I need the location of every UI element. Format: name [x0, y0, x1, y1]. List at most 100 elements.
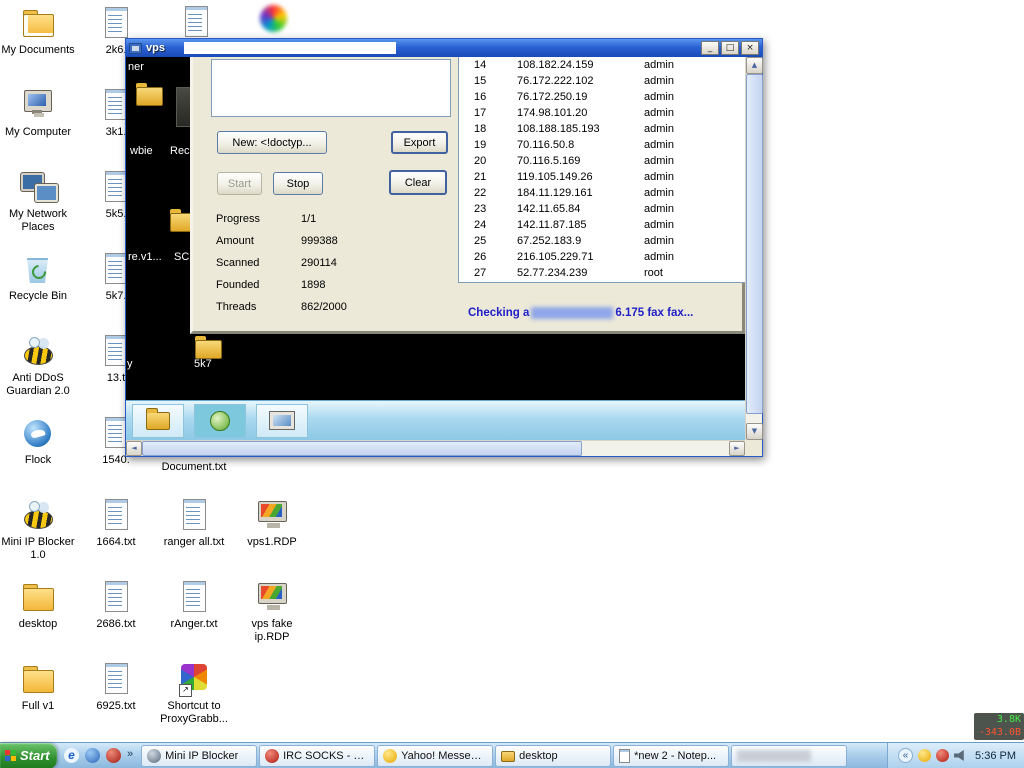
results-list[interactable]: 14 108.182.24.159 admin 15 76.172.222.10… — [458, 57, 745, 283]
desktop-icon[interactable]: Anti DDoS Guardian 2.0 — [0, 334, 76, 416]
maximize-button[interactable]: □ — [721, 41, 739, 55]
start-button[interactable]: Start — [217, 172, 262, 195]
result-ip: 142.11.65.84 — [517, 203, 644, 215]
remote-icon-label: y — [127, 358, 133, 370]
taskbar-window-button[interactable]: Mini IP Blocker — [141, 745, 257, 767]
desktop-icon[interactable]: My Computer — [0, 88, 76, 170]
desktop-icon[interactable]: Shortcut to ProxyGrabb... — [156, 662, 232, 744]
scanner-text-area[interactable] — [211, 59, 451, 117]
desktop-icon-label: Anti DDoS Guardian 2.0 — [1, 372, 75, 397]
result-row[interactable]: 14 108.182.24.159 admin — [459, 57, 745, 73]
desktop-icon[interactable]: 1664.txt — [78, 498, 154, 580]
desktop-icon[interactable]: 2686.txt — [78, 580, 154, 662]
result-index: 21 — [459, 171, 517, 183]
taskbar-window-button[interactable]: desktop — [495, 745, 611, 767]
stat-value: 862/2000 — [301, 301, 347, 323]
folder-icon[interactable] — [195, 336, 221, 358]
desktop-icon-column-4: vps1.RDP vps fake ip.RDP — [234, 498, 310, 662]
scroll-left-icon[interactable]: ◄ — [126, 441, 142, 456]
result-credential: admin — [644, 219, 745, 231]
folder-icon[interactable] — [136, 83, 162, 105]
result-index: 22 — [459, 187, 517, 199]
remote-monitor-button[interactable] — [256, 404, 308, 438]
remote-icon-label: wbie — [130, 145, 153, 157]
desktop-icon[interactable]: Mini IP Blocker 1.0 — [0, 498, 76, 580]
notepad-file-icon[interactable] — [178, 6, 214, 40]
horizontal-scrollbar[interactable]: ◄ ► — [126, 440, 745, 456]
window-titlebar[interactable]: vps _ □ × — [126, 39, 762, 57]
result-row[interactable]: 19 70.116.50.8 admin — [459, 137, 745, 153]
quick-launch-overflow-chevron[interactable]: » — [127, 748, 133, 763]
result-row[interactable]: 22 184.11.129.161 admin — [459, 185, 745, 201]
censored-app-icon[interactable] — [256, 4, 292, 38]
result-row[interactable]: 16 76.172.250.19 admin — [459, 89, 745, 105]
desktop-icon[interactable]: vps fake ip.RDP — [234, 580, 310, 662]
export-button[interactable]: Export — [391, 131, 448, 154]
clear-button[interactable]: Clear — [389, 170, 447, 195]
clock: 5:36 PM — [972, 750, 1016, 762]
windows-flag-icon — [5, 750, 16, 761]
result-row[interactable]: 17 174.98.101.20 admin — [459, 105, 745, 121]
start-button[interactable]: Start — [0, 743, 57, 768]
desktop-icon[interactable]: My Network Places — [0, 170, 76, 252]
stat-row: Scanned 290114 — [216, 257, 416, 279]
desktop-icon[interactable]: 6925.txt — [78, 662, 154, 744]
desktop-icon-label: vps fake ip.RDP — [235, 618, 309, 643]
taskbar-button-icon — [265, 749, 279, 763]
desktop-icon-image — [176, 581, 212, 615]
stat-value: 999388 — [301, 235, 338, 257]
horizontal-scroll-thumb[interactable] — [142, 441, 582, 456]
stat-label: Amount — [216, 235, 301, 257]
result-row[interactable]: 25 67.252.183.9 admin — [459, 233, 745, 249]
result-row[interactable]: 21 119.105.149.26 admin — [459, 169, 745, 185]
scroll-up-icon[interactable]: ▲ — [746, 57, 763, 74]
yahoo-messenger-tray-icon[interactable] — [918, 749, 931, 762]
desktop-icon-image — [20, 581, 56, 615]
remote-folder-button[interactable] — [132, 404, 184, 438]
vertical-scrollbar[interactable]: ▲ ▼ — [745, 57, 762, 440]
close-button[interactable]: × — [741, 41, 759, 55]
result-row[interactable]: 26 216.105.229.71 admin — [459, 249, 745, 265]
desktop-icon[interactable]: vps1.RDP — [234, 498, 310, 580]
desktop-icon[interactable]: rAnger.txt — [156, 580, 232, 662]
taskbar-button-label: *new 2 - Notep... — [634, 750, 716, 762]
desktop-icon[interactable]: desktop — [0, 580, 76, 662]
scroll-right-icon[interactable]: ► — [729, 441, 745, 456]
desktop-icon[interactable]: My Documents — [0, 6, 76, 88]
desktop-icon-column-1: My Documents My Computer My Network Plac… — [0, 6, 76, 744]
volume-icon[interactable] — [954, 749, 967, 762]
result-row[interactable]: 27 52.77.234.239 root — [459, 265, 745, 281]
hide-icons-chevron[interactable]: « — [898, 748, 913, 763]
red-app-icon[interactable] — [106, 748, 121, 763]
desktop-icon-label[interactable]: Document.txt — [156, 461, 232, 473]
desktop-icon[interactable]: Full v1 — [0, 662, 76, 744]
result-ip: 119.105.149.26 — [517, 171, 644, 183]
scroll-down-icon[interactable]: ▼ — [746, 423, 763, 440]
blue-app-icon[interactable] — [85, 748, 100, 763]
desktop-icon-image — [20, 663, 56, 697]
desktop-icon[interactable]: Recycle Bin — [0, 252, 76, 334]
red-tray-icon[interactable] — [936, 749, 949, 762]
result-row[interactable]: 18 108.188.185.193 admin — [459, 121, 745, 137]
remote-icon-label: 5k7 — [194, 358, 212, 370]
result-row[interactable]: 15 76.172.222.102 admin — [459, 73, 745, 89]
desktop-icon[interactable]: Flock — [0, 416, 76, 498]
stop-button[interactable]: Stop — [273, 172, 323, 195]
result-row[interactable]: 23 142.11.65.84 admin — [459, 201, 745, 217]
taskbar: Start e » Mini IP Blocker IRC SOCKS - M.… — [0, 742, 1024, 768]
taskbar-window-button[interactable]: Yahoo! Messenger — [377, 745, 493, 767]
taskbar-window-button[interactable]: *new 2 - Notep... — [613, 745, 729, 767]
new-button[interactable]: New: <!doctyp... — [217, 131, 327, 154]
remote-app-icon[interactable] — [176, 87, 191, 127]
result-index: 19 — [459, 139, 517, 151]
taskbar-window-button[interactable] — [731, 745, 847, 767]
result-row[interactable]: 20 70.116.5.169 admin — [459, 153, 745, 169]
remote-app-button[interactable] — [194, 404, 246, 438]
vertical-scroll-thumb[interactable] — [746, 74, 763, 414]
minimize-button[interactable]: _ — [701, 41, 719, 55]
result-row[interactable]: 24 142.11.87.185 admin — [459, 217, 745, 233]
internet-explorer-icon[interactable]: e — [64, 748, 79, 763]
remote-icon-label: re.v1... — [128, 251, 162, 263]
desktop-icon[interactable]: ranger all.txt — [156, 498, 232, 580]
taskbar-window-button[interactable]: IRC SOCKS - M... — [259, 745, 375, 767]
